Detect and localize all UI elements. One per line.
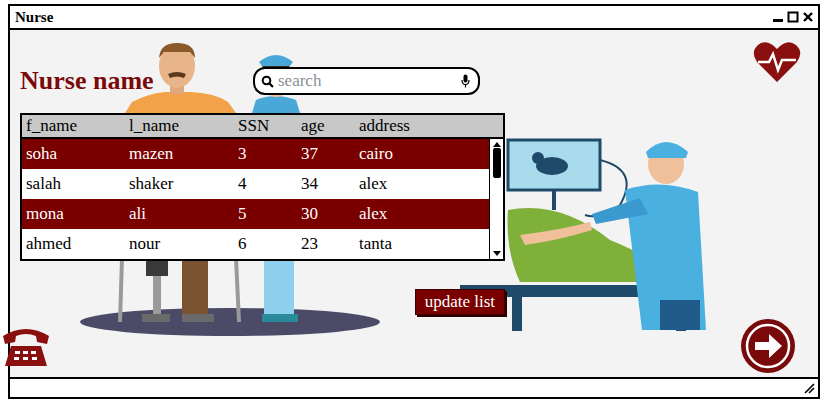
table-cell: soha	[22, 144, 125, 164]
table-cell: 34	[297, 174, 355, 194]
top-row: Nurse name	[20, 66, 505, 96]
table-cell: alex	[355, 204, 489, 224]
nurse-table: f_namel_nameSSNageaddress sohamazen337ca…	[20, 113, 505, 261]
window-title: Nurse	[15, 9, 53, 26]
table-cell: mona	[22, 204, 125, 224]
nurse-window: Nurse Nurse name f_namel_nameSSNageaddre…	[8, 4, 820, 399]
column-header[interactable]: SSN	[234, 116, 297, 136]
table-cell: 3	[234, 144, 297, 164]
telephone-icon[interactable]	[1, 324, 51, 368]
search-field[interactable]	[253, 67, 480, 95]
column-header[interactable]: l_name	[125, 116, 234, 136]
table-cell: 37	[297, 144, 355, 164]
status-bar	[10, 377, 818, 397]
button-row: update list	[20, 289, 505, 315]
table-row[interactable]: ahmednour623tanta	[22, 229, 489, 259]
table-cell: nour	[125, 234, 234, 254]
table-cell: mazen	[125, 144, 234, 164]
table-cell: 23	[297, 234, 355, 254]
close-icon[interactable]	[802, 11, 814, 23]
update-list-button[interactable]: update list	[415, 289, 505, 315]
table-cell: shaker	[125, 174, 234, 194]
title-bar: Nurse	[10, 6, 818, 30]
table-rows: sohamazen337cairosalahshaker434alexmonaa…	[22, 139, 489, 259]
minimize-icon[interactable]	[772, 11, 784, 23]
nurse-screen: Nurse Nurse name f_namel_nameSSNageaddre…	[0, 0, 826, 403]
table-body: sohamazen337cairosalahshaker434alexmonaa…	[22, 139, 503, 259]
table-row[interactable]: sohamazen337cairo	[22, 139, 489, 169]
column-header[interactable]: f_name	[22, 116, 125, 136]
table-cell: salah	[22, 174, 125, 194]
table-cell: 4	[234, 174, 297, 194]
scrollbar[interactable]	[489, 139, 503, 259]
scroll-down-icon[interactable]	[492, 250, 502, 257]
microphone-icon[interactable]	[461, 74, 470, 88]
table-row[interactable]: salahshaker434alex	[22, 169, 489, 199]
table-cell: ahmed	[22, 234, 125, 254]
table-cell: cairo	[355, 144, 489, 164]
column-header[interactable]: age	[297, 116, 355, 136]
nurse-name-heading: Nurse name	[20, 66, 253, 96]
content: Nurse name f_namel_nameSSNageaddress soh…	[10, 30, 505, 315]
table-cell: 5	[234, 204, 297, 224]
resize-grip-icon[interactable]	[803, 382, 815, 394]
column-header[interactable]: address	[355, 116, 503, 136]
maximize-icon[interactable]	[787, 11, 799, 23]
window-controls	[772, 11, 814, 23]
heart-pulse-icon[interactable]	[752, 40, 802, 84]
table-cell: ali	[125, 204, 234, 224]
table-cell: 30	[297, 204, 355, 224]
table-cell: alex	[355, 174, 489, 194]
scroll-track[interactable]	[493, 148, 501, 250]
scroll-thumb[interactable]	[493, 148, 501, 178]
table-row[interactable]: monaali530alex	[22, 199, 489, 229]
next-arrow-icon[interactable]	[739, 317, 797, 375]
window-body: Nurse name f_namel_nameSSNageaddress soh…	[10, 30, 818, 377]
table-header: f_namel_nameSSNageaddress	[22, 115, 503, 139]
scroll-up-icon[interactable]	[492, 141, 502, 148]
table-cell: tanta	[355, 234, 489, 254]
search-icon	[261, 75, 274, 88]
search-input[interactable]	[278, 69, 457, 93]
table-cell: 6	[234, 234, 297, 254]
